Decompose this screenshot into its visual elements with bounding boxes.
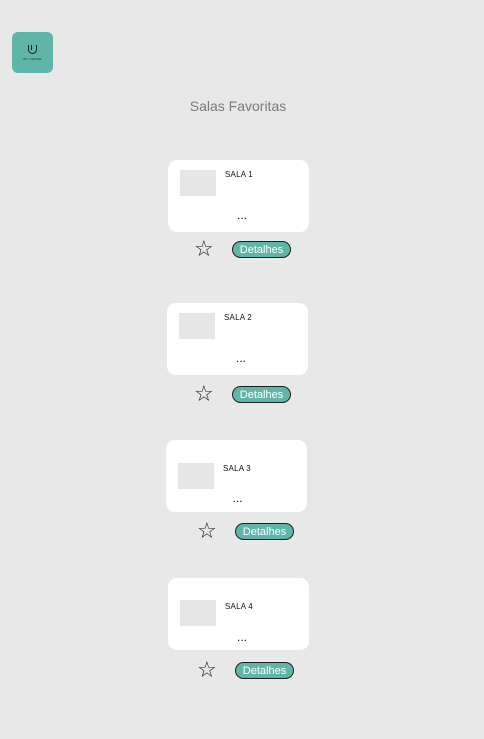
favorite-star-icon[interactable]: ☆ — [194, 383, 214, 405]
details-button[interactable]: Detalhes — [232, 386, 291, 403]
room-description: ... — [232, 491, 243, 505]
room-card-3[interactable]: SALA 3 ... — [166, 440, 307, 512]
room-thumbnail — [179, 313, 215, 339]
room-name: SALA 3 — [223, 464, 251, 473]
room-name: SALA 1 — [225, 170, 253, 179]
details-button[interactable]: Detalhes — [232, 241, 291, 258]
room-thumbnail — [178, 463, 214, 489]
details-button[interactable]: Detalhes — [235, 662, 294, 679]
favorite-star-icon[interactable]: ☆ — [197, 520, 217, 542]
room-description: ... — [235, 351, 246, 365]
room-card-1[interactable]: SALA 1 ... — [168, 160, 309, 232]
logo-icon — [28, 45, 37, 54]
room-description: ... — [236, 630, 247, 644]
logo-text: MY OFFICE — [23, 57, 42, 61]
favorite-star-icon[interactable]: ☆ — [194, 238, 214, 260]
room-thumbnail — [180, 600, 216, 626]
room-thumbnail — [180, 170, 216, 196]
page-title: Salas Favoritas — [189, 98, 287, 114]
room-card-2[interactable]: SALA 2 ... — [167, 303, 308, 375]
room-card-4[interactable]: SALA 4 ... — [168, 578, 309, 650]
app-logo[interactable]: MY OFFICE — [12, 32, 53, 73]
room-name: SALA 2 — [224, 313, 252, 322]
room-description: ... — [236, 208, 247, 222]
details-button[interactable]: Detalhes — [235, 523, 294, 540]
favorite-star-icon[interactable]: ☆ — [197, 659, 217, 681]
room-name: SALA 4 — [225, 602, 253, 611]
